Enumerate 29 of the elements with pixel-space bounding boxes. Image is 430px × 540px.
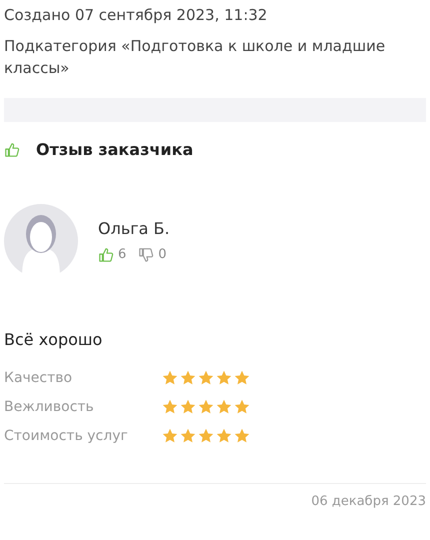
star-icon (216, 428, 232, 444)
created-date: Создано 07 сентября 2023, 11:32 (4, 5, 268, 26)
star-icon (162, 399, 178, 415)
star-icon (234, 428, 250, 444)
like-count: 6 (118, 246, 126, 264)
rating-label: Вежливость (4, 398, 95, 416)
review-summary: Всё хорошо (4, 328, 104, 350)
thumbs-up-icon (4, 142, 20, 158)
star-icon (162, 370, 178, 386)
star-icon (198, 399, 214, 415)
author-name: Ольга Б. (98, 218, 170, 240)
thumbs-up-icon (98, 246, 114, 262)
star-icon (198, 370, 214, 386)
thumbs-down-icon (138, 246, 154, 262)
star-icon (198, 428, 214, 444)
rating-label: Стоимость услуг (4, 426, 129, 446)
star-icon (180, 399, 196, 415)
star-icon (162, 428, 178, 444)
star-icon (216, 399, 232, 415)
star-icon (180, 370, 196, 386)
dislike-count: 0 (158, 246, 167, 264)
star-icon (180, 428, 196, 444)
star-icon (234, 370, 250, 386)
review-date: 06 декабря 2023 (311, 492, 426, 510)
section-title: Отзыв заказчика (36, 138, 194, 160)
subcategory-text: Подкатегория «Подготовка к школе и младшие классы» (4, 36, 386, 79)
rating-label: Качество (4, 368, 74, 388)
star-icon (234, 399, 250, 415)
star-icon (216, 370, 232, 386)
